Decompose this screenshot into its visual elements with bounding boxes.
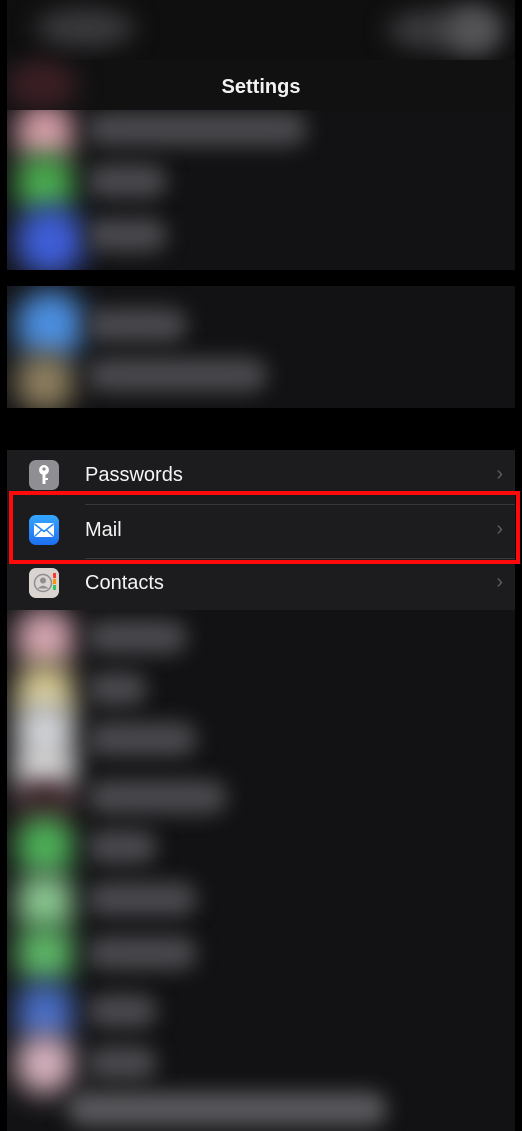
blurred-settings-group-2 — [7, 286, 515, 408]
blurred-row-text — [87, 830, 157, 864]
page-title: Settings — [221, 76, 301, 98]
blurred-row-text — [87, 994, 157, 1028]
blurred-row-text — [87, 1046, 157, 1080]
blurred-row-icon — [15, 290, 85, 360]
blurred-row-text — [87, 218, 167, 252]
blurred-row-text — [87, 882, 197, 916]
blurred-row-icon — [15, 1034, 75, 1094]
blurred-settings-group-3 — [7, 610, 515, 1131]
settings-row-label: Contacts — [85, 572, 164, 594]
section-gap — [7, 408, 515, 450]
blurred-row-text — [87, 672, 147, 706]
key-icon — [29, 460, 59, 490]
blurred-row-text — [87, 308, 187, 342]
settings-row-label: Passwords — [85, 464, 183, 486]
blurred-row-icon — [15, 816, 75, 876]
blurred-row-text — [87, 164, 167, 198]
blurred-row-icon — [15, 206, 85, 270]
status-indicator-dot — [447, 6, 502, 54]
blurred-row-text — [87, 722, 197, 756]
status-time-blur — [35, 8, 135, 48]
blurred-row-text — [87, 936, 197, 970]
chevron-right-icon: › — [496, 463, 503, 485]
blurred-row-text — [87, 780, 227, 814]
blurred-row-text — [87, 112, 307, 146]
blurred-row-icon — [15, 610, 75, 668]
blurred-row-icon — [15, 154, 75, 214]
blurred-row-icon — [15, 982, 75, 1042]
blurred-row-icon — [15, 352, 75, 408]
blurred-row-text — [87, 358, 267, 392]
contacts-icon — [29, 568, 59, 598]
blurred-settings-group-1 — [7, 110, 515, 270]
blurred-row-icon — [15, 872, 75, 932]
blurred-row-icon — [15, 924, 75, 984]
settings-row-contacts[interactable]: Contacts › — [7, 558, 515, 612]
status-bar — [7, 0, 515, 60]
chevron-right-icon: › — [496, 571, 503, 593]
settings-screen: Settings Passwords › Mail › Contacts › — [7, 0, 515, 1131]
section-gap — [7, 270, 515, 286]
blurred-row-text — [67, 1092, 387, 1126]
selection-highlight-box — [9, 491, 520, 564]
blurred-row-text — [87, 620, 187, 654]
navigation-bar: Settings — [7, 60, 515, 110]
